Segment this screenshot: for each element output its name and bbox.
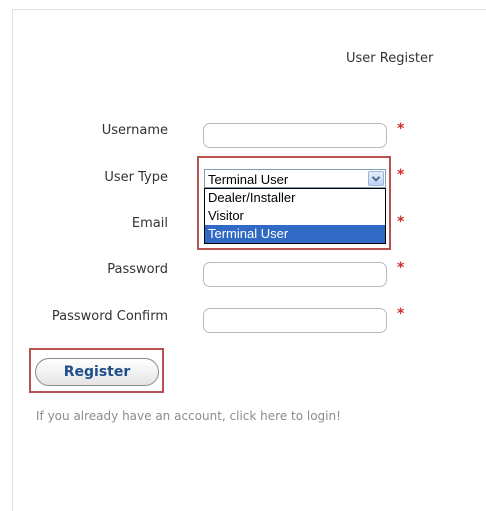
username-input[interactable]	[203, 123, 387, 148]
password-label: Password	[107, 262, 168, 277]
user-type-highlight	[197, 156, 391, 250]
password-required-marker: *	[397, 260, 405, 276]
password-confirm-input[interactable]	[203, 308, 387, 333]
email-label: Email	[131, 216, 168, 231]
login-link[interactable]: If you already have an account, click he…	[36, 409, 341, 423]
register-panel	[12, 9, 486, 511]
user-type-label: User Type	[104, 170, 168, 185]
email-required-marker: *	[397, 214, 405, 230]
username-label: Username	[101, 123, 168, 138]
password-confirm-required-marker: *	[397, 306, 405, 322]
page-title: User Register	[346, 51, 434, 66]
register-button[interactable]: Register	[35, 358, 159, 386]
password-confirm-label: Password Confirm	[51, 309, 168, 324]
password-input[interactable]	[203, 262, 387, 287]
user-type-required-marker: *	[397, 167, 405, 183]
username-required-marker: *	[397, 121, 405, 137]
